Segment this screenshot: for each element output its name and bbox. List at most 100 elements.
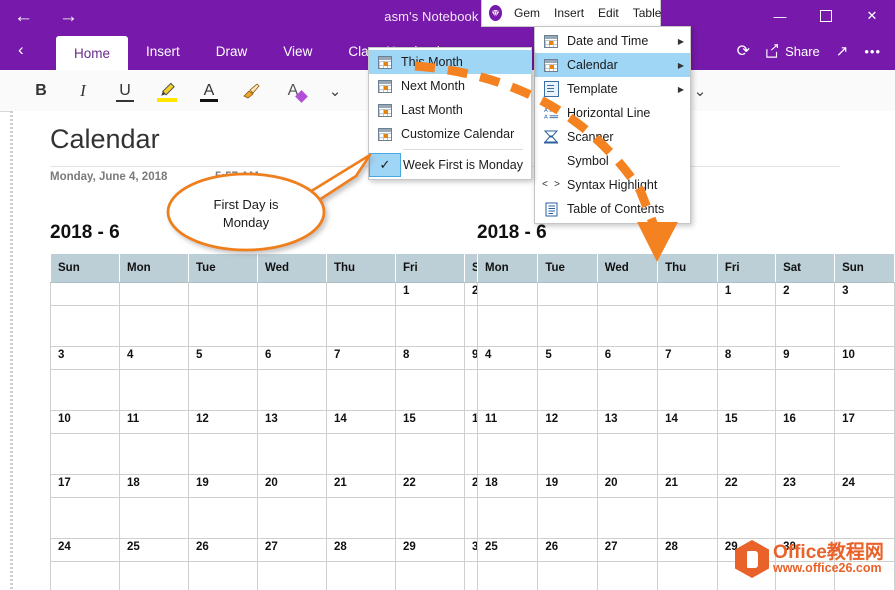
- calendar-content-cell[interactable]: [257, 305, 327, 347]
- calendar-content-cell[interactable]: [326, 497, 396, 539]
- calendar-content-cell[interactable]: [257, 497, 327, 539]
- calendar-content-cell[interactable]: [326, 369, 396, 411]
- ribbon-back-chevron-icon[interactable]: ‹: [18, 40, 24, 60]
- calendar-date-cell[interactable]: 27: [596, 538, 659, 562]
- calendar-content-cell[interactable]: [50, 561, 120, 590]
- calendar-date-cell[interactable]: 1: [395, 282, 465, 306]
- calendar-date-cell[interactable]: 28: [326, 538, 396, 562]
- calendar-date-cell[interactable]: 17: [50, 474, 120, 498]
- menu-item-calendar[interactable]: Calendar ▶: [535, 53, 690, 77]
- calendar-content-cell[interactable]: [537, 561, 598, 590]
- calendar-date-cell[interactable]: 28: [657, 538, 718, 562]
- calendar-date-cell[interactable]: 20: [257, 474, 327, 498]
- calendar-content-cell[interactable]: [395, 433, 465, 475]
- calendar-content-cell[interactable]: [50, 433, 120, 475]
- calendar-date-cell[interactable]: 11: [476, 410, 539, 434]
- calendar-content-cell[interactable]: [834, 433, 895, 475]
- calendar-date-cell[interactable]: 15: [395, 410, 465, 434]
- calendar-date-cell[interactable]: 22: [395, 474, 465, 498]
- menu-item-scanner[interactable]: Scanner: [535, 125, 690, 149]
- calendar-content-cell[interactable]: [188, 561, 258, 590]
- calendar-content-cell[interactable]: [596, 369, 659, 411]
- calendar-date-cell[interactable]: 14: [657, 410, 718, 434]
- format-painter-button[interactable]: [230, 70, 272, 111]
- calendar-content-cell[interactable]: [596, 305, 659, 347]
- minimize-button[interactable]: —: [757, 0, 803, 32]
- page-title[interactable]: Calendar: [50, 124, 160, 155]
- calendar-content-cell[interactable]: [395, 369, 465, 411]
- calendar-date-cell[interactable]: 3: [50, 346, 120, 370]
- tab-insert[interactable]: Insert: [128, 32, 198, 70]
- calendar-content-cell[interactable]: [119, 305, 189, 347]
- page-time[interactable]: 5:57 AM: [215, 171, 259, 183]
- calendar-left-table[interactable]: SunMonTueWedThuFriSat1234567891011121314…: [50, 253, 534, 590]
- menu-item-syntax-highlight[interactable]: < > Syntax Highlight: [535, 173, 690, 197]
- calendar-date-cell[interactable]: 4: [119, 346, 189, 370]
- calendar-date-cell[interactable]: 13: [257, 410, 327, 434]
- calendar-date-cell[interactable]: 18: [476, 474, 539, 498]
- calendar-date-cell[interactable]: 12: [537, 410, 598, 434]
- calendar-content-cell[interactable]: [188, 497, 258, 539]
- calendar-date-cell[interactable]: 24: [834, 474, 895, 498]
- calendar-content-cell[interactable]: [257, 369, 327, 411]
- more-options-button[interactable]: •••: [864, 44, 881, 59]
- calendar-content-cell[interactable]: [50, 497, 120, 539]
- calendar-date-cell[interactable]: 25: [119, 538, 189, 562]
- gem-menu-item-edit[interactable]: Edit: [591, 0, 626, 26]
- menu-item-horizontal-line[interactable]: A A Horizontal Line: [535, 101, 690, 125]
- calendar-content-cell[interactable]: [657, 497, 718, 539]
- calendar-date-cell[interactable]: [596, 282, 659, 306]
- submenu-item-customize-calendar[interactable]: Customize Calendar: [369, 122, 531, 146]
- forward-arrow-icon[interactable]: →: [59, 7, 78, 26]
- maximize-button[interactable]: [803, 0, 849, 32]
- calendar-date-cell[interactable]: [119, 282, 189, 306]
- calendar-date-cell[interactable]: 10: [50, 410, 120, 434]
- calendar-content-cell[interactable]: [657, 305, 718, 347]
- calendar-content-cell[interactable]: [476, 369, 539, 411]
- expand-diagonal-icon[interactable]: ↗: [836, 42, 849, 60]
- calendar-date-cell[interactable]: 7: [657, 346, 718, 370]
- calendar-date-cell[interactable]: 24: [50, 538, 120, 562]
- calendar-content-cell[interactable]: [395, 497, 465, 539]
- calendar-content-cell[interactable]: [657, 369, 718, 411]
- calendar-content-cell[interactable]: [119, 497, 189, 539]
- calendar-content-cell[interactable]: [257, 433, 327, 475]
- calendar-content-cell[interactable]: [188, 305, 258, 347]
- calendar-content-cell[interactable]: [326, 561, 396, 590]
- calendar-date-cell[interactable]: 22: [716, 474, 777, 498]
- menu-item-date-and-time[interactable]: Date and Time ▶: [535, 29, 690, 53]
- calendar-content-cell[interactable]: [326, 433, 396, 475]
- calendar-content-cell[interactable]: [596, 561, 659, 590]
- calendar-date-cell[interactable]: 13: [596, 410, 659, 434]
- tab-draw[interactable]: Draw: [198, 32, 266, 70]
- calendar-date-cell[interactable]: 3: [834, 282, 895, 306]
- calendar-content-cell[interactable]: [50, 369, 120, 411]
- share-button[interactable]: Share: [766, 44, 820, 59]
- calendar-content-cell[interactable]: [716, 305, 777, 347]
- calendar-date-cell[interactable]: 27: [257, 538, 327, 562]
- calendar-date-cell[interactable]: 4: [476, 346, 539, 370]
- calendar-content-cell[interactable]: [188, 433, 258, 475]
- calendar-date-cell[interactable]: 29: [395, 538, 465, 562]
- calendar-content-cell[interactable]: [775, 433, 836, 475]
- calendar-date-cell[interactable]: [476, 282, 539, 306]
- gem-menu-item-gem[interactable]: Gem: [507, 0, 547, 26]
- calendar-content-cell[interactable]: [395, 561, 465, 590]
- italic-button[interactable]: I: [62, 70, 104, 111]
- calendar-date-cell[interactable]: 9: [775, 346, 836, 370]
- calendar-date-cell[interactable]: 14: [326, 410, 396, 434]
- calendar-date-cell[interactable]: 17: [834, 410, 895, 434]
- font-color-button[interactable]: A: [188, 70, 230, 111]
- bold-button[interactable]: B: [20, 70, 62, 111]
- submenu-item-week-first-is-monday[interactable]: ✓ Week First is Monday: [369, 153, 531, 177]
- calendar-content-cell[interactable]: [716, 433, 777, 475]
- calendar-date-cell[interactable]: 6: [257, 346, 327, 370]
- gem-menu-item-table[interactable]: Table: [626, 0, 669, 26]
- calendar-content-cell[interactable]: [326, 305, 396, 347]
- tab-home[interactable]: Home: [56, 36, 129, 70]
- calendar-content-cell[interactable]: [476, 305, 539, 347]
- calendar-content-cell[interactable]: [257, 561, 327, 590]
- close-button[interactable]: ✕: [849, 0, 895, 32]
- highlighter-button[interactable]: [146, 70, 188, 111]
- calendar-date-cell[interactable]: [537, 282, 598, 306]
